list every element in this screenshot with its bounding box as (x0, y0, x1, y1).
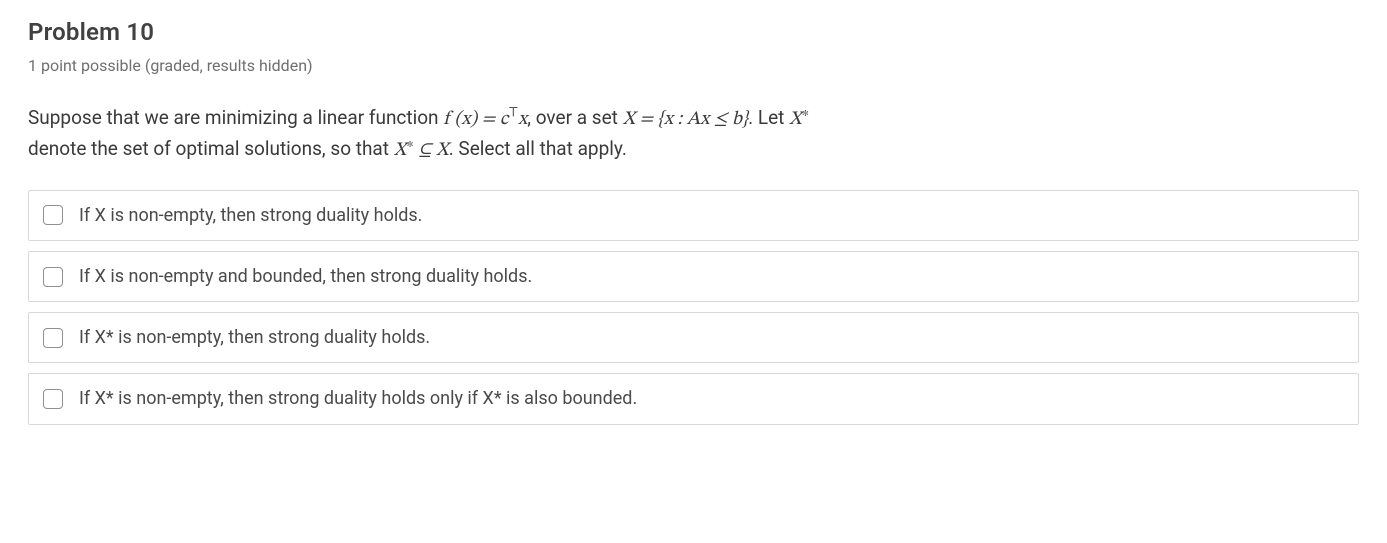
problem-title: Problem 10 (28, 18, 1359, 46)
checkbox[interactable] (43, 389, 63, 409)
options-list: If X is non-empty, then strong duality h… (28, 190, 1359, 425)
math-colon: : (673, 110, 687, 129)
prompt-line2a: denote the set of optimal solutions, so … (28, 137, 394, 160)
option-3[interactable]: If X* is non-empty, then strong duality … (28, 312, 1359, 363)
math-Xstar-base: X (789, 110, 802, 129)
math-open-paren: ( (450, 110, 461, 129)
math-A: A (687, 110, 701, 129)
problem-container: Problem 10 1 point possible (graded, res… (0, 0, 1387, 465)
prompt-line2b: . Select all that apply. (449, 137, 627, 160)
math-transpose: ⊤ (508, 108, 518, 121)
math-subset: ⊆ (414, 141, 436, 160)
prompt-text: Suppose that we are minimizing a linear … (28, 106, 443, 129)
option-2[interactable]: If X is non-empty and bounded, then stro… (28, 251, 1359, 302)
math-x-in: x (664, 110, 673, 129)
math-Xstar2: X∗ (394, 141, 414, 160)
math-Xstar: X∗ (789, 110, 809, 129)
math-Xstar2-base: X (394, 141, 407, 160)
math-star: ∗ (802, 108, 809, 121)
math-X2: X (436, 141, 449, 160)
math-x2: x (518, 110, 527, 129)
problem-prompt: Suppose that we are minimizing a linear … (28, 103, 1359, 166)
math-Xset: X (623, 110, 635, 129)
option-label: If X is non-empty, then strong duality h… (79, 203, 422, 228)
checkbox[interactable] (43, 328, 63, 348)
checkbox[interactable] (43, 205, 63, 225)
prompt-text-mid1: , over a set (527, 106, 622, 129)
option-label: If X is non-empty and bounded, then stro… (79, 264, 532, 289)
problem-meta: 1 point possible (graded, results hidden… (28, 56, 1359, 75)
option-4[interactable]: If X* is non-empty, then strong duality … (28, 373, 1359, 424)
option-label: If X* is non-empty, then strong duality … (79, 386, 637, 411)
option-label: If X* is non-empty, then strong duality … (79, 325, 430, 350)
checkbox[interactable] (43, 267, 63, 287)
option-1[interactable]: If X is non-empty, then strong duality h… (28, 190, 1359, 241)
math-leq: ≤ (709, 110, 732, 129)
math-c: c⊤ (500, 110, 518, 129)
math-equals2: = (635, 110, 658, 129)
math-b: b (732, 110, 742, 129)
math-star2: ∗ (406, 139, 413, 152)
prompt-text-mid2: . Let (748, 106, 789, 129)
math-x3: x (700, 110, 709, 129)
math-equals: = (477, 110, 500, 129)
